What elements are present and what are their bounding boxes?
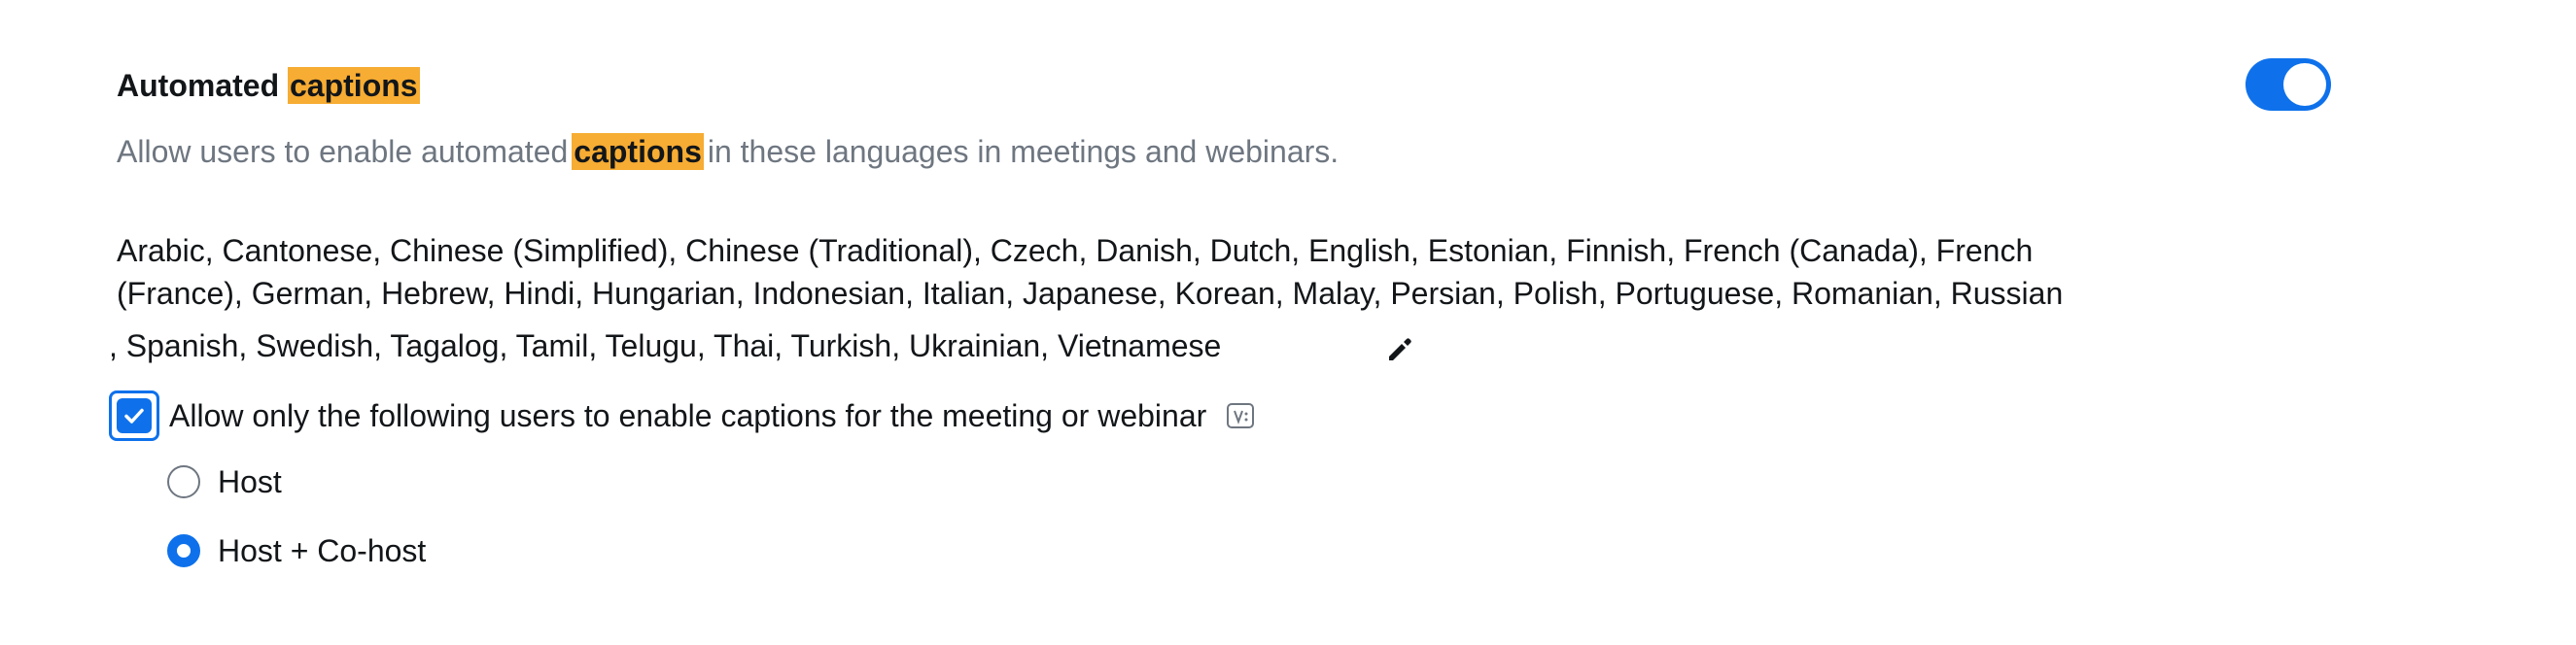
languages-line: Arabic, Cantonese, Chinese (Simplified),… — [117, 233, 2034, 268]
variable-info-icon[interactable] — [1226, 401, 1255, 430]
toggle-knob — [2283, 63, 2326, 106]
pencil-icon[interactable] — [1385, 335, 1414, 364]
search-highlight: captions — [572, 133, 704, 170]
option-host[interactable]: Host — [167, 460, 282, 503]
description-prefix: Allow users to enable automated — [117, 133, 569, 169]
option-host-cohost[interactable]: Host + Co-host — [167, 529, 426, 572]
restrict-captions-row: Allow only the following users to enable… — [109, 389, 1255, 443]
host-label: Host — [218, 463, 282, 499]
search-highlight: captions — [288, 67, 420, 104]
host-cohost-label: Host + Co-host — [218, 532, 427, 568]
host-cohost-radio[interactable] — [167, 534, 200, 567]
setting-description: Allow users to enable automated captions… — [117, 126, 1339, 177]
automated-captions-toggle[interactable] — [2245, 58, 2331, 111]
setting-title: Automated captions — [117, 60, 420, 111]
setting-title-prefix: Automated — [117, 67, 280, 103]
host-radio[interactable] — [167, 465, 200, 498]
restrict-captions-label: Allow only the following users to enable… — [169, 397, 1207, 433]
checkmark-icon — [124, 408, 144, 424]
checkbox-box — [117, 398, 152, 433]
description-suffix: in these languages in meetings and webin… — [707, 133, 1340, 169]
restrict-captions-checkbox[interactable] — [109, 390, 159, 441]
automated-captions-setting: Automated captions Allow users to enable… — [0, 0, 2576, 645]
languages-line: , Spanish, Swedish, Tagalog, Tamil, Telu… — [109, 328, 1222, 363]
languages-line: (France), German, Hebrew, Hindi, Hungari… — [117, 276, 2064, 311]
